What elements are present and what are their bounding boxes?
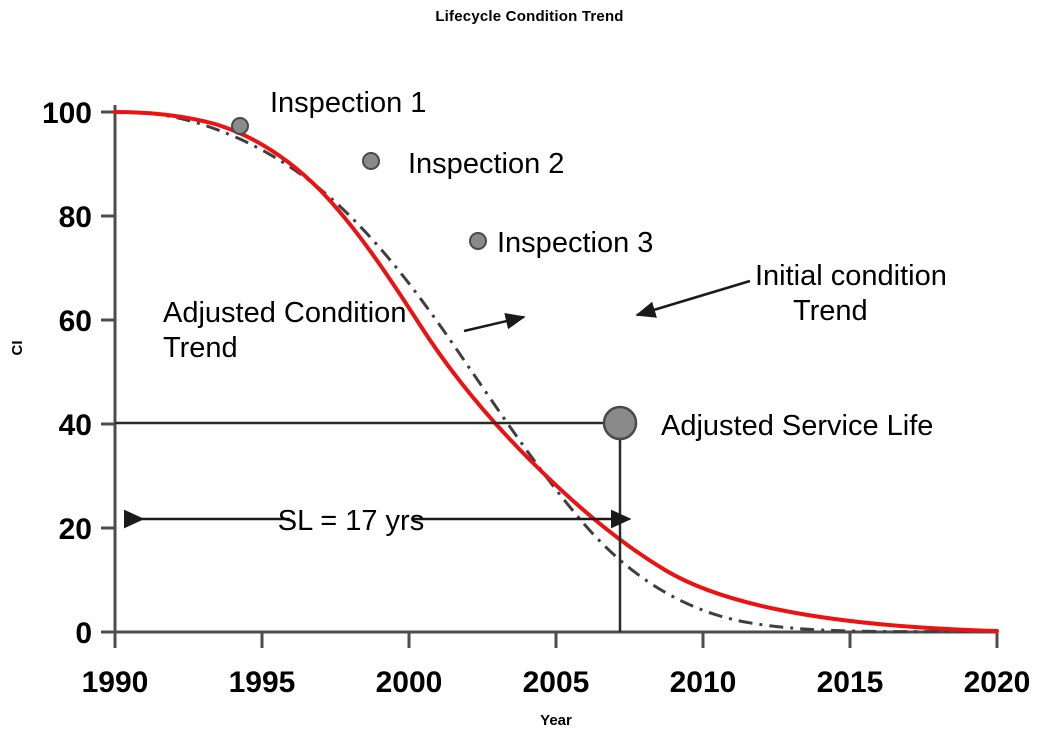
chart-figure: Lifecycle Condition Trend 100 80 60 40 2…	[0, 0, 1059, 741]
x-tick-label-2000: 2000	[376, 666, 443, 699]
annotation-inspection-1: Inspection 1	[270, 87, 426, 119]
x-tick-label-2015: 2015	[817, 666, 884, 699]
annotation-inspection-3: Inspection 3	[497, 227, 653, 259]
service-life-dimension-arrow: SL = 17 yrs	[124, 505, 632, 537]
initial-condition-trend-arrow	[635, 279, 751, 318]
x-axis-title: Year	[540, 712, 572, 729]
x-tick-label-1995: 1995	[229, 666, 296, 699]
y-tick-label-100: 100	[42, 97, 92, 130]
y-tick-label-0: 0	[75, 617, 92, 650]
y-tick-label-60: 60	[59, 305, 92, 338]
y-axis-title: CI	[9, 341, 26, 356]
annotation-adjusted-condition-trend: Adjusted Condition Trend	[163, 297, 526, 364]
x-tick-label-1990: 1990	[82, 666, 149, 699]
x-tick-label-2010: 2010	[670, 666, 737, 699]
inspection-2-marker[interactable]	[362, 152, 380, 170]
service-life-label: SL = 17 yrs	[278, 505, 424, 537]
series-adjusted-condition-trend	[113, 110, 999, 633]
lifecycle-condition-trend-chart: 100 80 60 40 20 0 1990 1995 2000 2005 20…	[9, 87, 1031, 729]
x-tick-label-2005: 2005	[523, 666, 590, 699]
inspection-1-marker[interactable]	[231, 117, 249, 135]
adjusted-condition-trend-line2: Trend	[163, 332, 238, 364]
adjusted-condition-trend-arrow	[463, 313, 526, 333]
initial-condition-trend-line1: Initial condition	[755, 260, 947, 292]
y-axis-ticks: 100 80 60 40 20 0	[42, 97, 115, 650]
y-tick-label-40: 40	[59, 409, 92, 442]
annotation-adjusted-service-life: Adjusted Service Life	[661, 410, 933, 442]
adjusted-condition-trend-line1: Adjusted Condition	[163, 297, 406, 329]
inspection-3-marker[interactable]	[469, 232, 487, 250]
x-tick-label-2020: 2020	[964, 666, 1031, 699]
series-initial-condition-trend	[114, 110, 998, 634]
y-tick-label-80: 80	[59, 201, 92, 234]
y-tick-label-20: 20	[59, 513, 92, 546]
initial-condition-trend-line2: Trend	[793, 295, 868, 327]
axes	[113, 105, 997, 634]
annotation-initial-condition-trend: Initial condition Trend	[635, 260, 947, 327]
adjusted-service-life-marker[interactable]	[602, 405, 638, 441]
annotation-inspection-2: Inspection 2	[408, 148, 564, 180]
x-axis-ticks: 1990 1995 2000 2005 2010 2015 2020	[82, 632, 1031, 699]
